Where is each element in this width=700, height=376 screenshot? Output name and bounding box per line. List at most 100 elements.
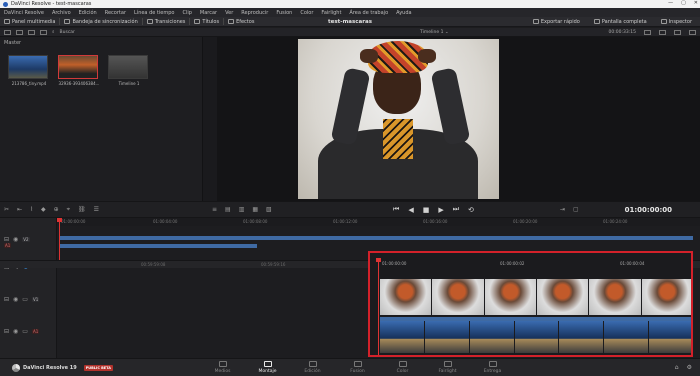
tab-fairlight[interactable]: Fairlight [425, 361, 470, 374]
maximize-button[interactable]: ▢ [681, 0, 686, 6]
lock-icon[interactable]: ⊟ [4, 328, 9, 335]
track-header: ⊟ ◉ V2 [4, 236, 30, 243]
thumbnail-view-icon[interactable] [16, 29, 23, 35]
clip-thumbnail[interactable] [58, 55, 98, 79]
trim-icon[interactable]: ⇤ [17, 206, 22, 214]
audio-meter-icon[interactable] [674, 29, 681, 35]
menu-item[interactable]: Ver [225, 10, 233, 16]
search-label[interactable]: Buscar [60, 30, 75, 35]
skip-to-end-button[interactable]: ⏭ [453, 205, 459, 214]
more-options-icon[interactable] [689, 29, 696, 35]
link-icon[interactable]: ⛓ [78, 206, 86, 214]
highlighted-timeline-region[interactable]: 01:00:00:00 01:00:00:02 01:00:00:04 [368, 251, 693, 357]
menu-item[interactable]: Reproducir [241, 10, 268, 16]
menu-item[interactable]: Área de trabajo [349, 10, 388, 16]
detail-icon[interactable]: ☰ [94, 206, 99, 214]
lock-icon[interactable]: ⊟ [4, 296, 9, 303]
inspector-toggle[interactable]: Inspector [657, 17, 696, 27]
clip-item[interactable]: 213786_tiny.mp4 [8, 55, 50, 86]
menu-item[interactable]: DaVinci Resolve [4, 10, 44, 16]
lock-icon[interactable]: ⊟ [4, 236, 9, 243]
visibility-icon[interactable]: ◉ [13, 236, 18, 243]
ruler-tick: 01:00:00:04 [620, 261, 645, 266]
insert-icon[interactable]: ▥ [239, 206, 245, 213]
effects-icon [228, 19, 235, 24]
bin-list-icon[interactable] [40, 29, 47, 35]
tab-deliver[interactable]: Entrega [470, 361, 515, 374]
settings-gear-icon[interactable]: ⚙ [687, 364, 692, 371]
media-pool-toggle[interactable]: Panel multimedia [0, 17, 59, 27]
menu-item[interactable]: Fairlight [321, 10, 341, 16]
ripple-icon[interactable]: ≡ [212, 206, 217, 213]
ruler-tick: 01:00:00:00 [382, 261, 407, 266]
viewer-mode-icon[interactable] [644, 29, 651, 35]
video-clip-a1[interactable] [380, 321, 691, 353]
menu-item[interactable]: Edición [79, 10, 97, 16]
play-button[interactable]: ▶ [438, 206, 443, 214]
menu-item[interactable]: Fusion [276, 10, 292, 16]
quick-export-button[interactable]: Exportar rápido [529, 17, 584, 27]
zoom-icon[interactable]: ⊕ [54, 206, 59, 214]
close-button[interactable]: ✕ [694, 0, 698, 6]
tab-edit[interactable]: Edición [290, 361, 335, 374]
ruler-tick: 01:00:00:02 [500, 261, 525, 266]
visibility-icon[interactable]: ◉ [13, 296, 18, 303]
titles-toggle[interactable]: Títulos [190, 17, 223, 27]
append-icon[interactable]: ▦ [252, 206, 258, 213]
search-icon[interactable]: ⌕ [52, 29, 55, 35]
clip-item[interactable]: 32936-393406384... [58, 55, 100, 86]
menu-item[interactable]: Marcar [200, 10, 217, 16]
audio-icon[interactable]: ▭ [22, 296, 28, 303]
minimize-button[interactable]: — [668, 0, 673, 6]
overview-clip-bar[interactable] [60, 244, 257, 248]
upper-timeline-ruler[interactable]: 01:00:00:00 01:00:04:00 01:00:08:00 01:0… [57, 218, 700, 226]
loop-button[interactable]: ⟲ [468, 206, 474, 214]
menu-item[interactable]: Ayuda [396, 10, 411, 16]
menu-item[interactable]: Clip [182, 10, 191, 16]
home-icon[interactable]: ⌂ [675, 364, 679, 371]
tab-media[interactable]: Medios [200, 361, 245, 374]
menu-item[interactable]: Color [300, 10, 313, 16]
solo-icon[interactable]: ▭ [22, 328, 28, 335]
skip-to-start-button[interactable]: ⏮ [393, 205, 399, 214]
blade-icon[interactable]: ⌇ [30, 206, 33, 214]
mute-icon[interactable]: ◉ [13, 328, 18, 335]
video-clip-v1[interactable] [380, 279, 691, 315]
play-reverse-button[interactable]: ◀ [408, 206, 413, 214]
fullscreen-viewer-icon[interactable]: ▢ [573, 206, 579, 213]
fullscreen-button[interactable]: Pantalla completa [590, 17, 651, 27]
zoom-ruler[interactable]: 01:00:00:00 01:00:00:02 01:00:00:04 [370, 259, 691, 269]
tab-cut[interactable]: Montaje [245, 361, 290, 374]
timeline-selector[interactable]: Timeline 1 ⌄ [420, 30, 449, 35]
overview-clip-bar[interactable] [60, 236, 693, 240]
menu-item[interactable]: Recortar [105, 10, 126, 16]
clip-thumbnail[interactable] [8, 55, 48, 79]
place-on-top-icon[interactable]: ▧ [266, 206, 272, 213]
sync-bin-toggle[interactable]: Bandeja de sincronización [60, 17, 141, 27]
export-icon [532, 19, 539, 24]
snap-icon[interactable]: ⌖ [67, 206, 70, 214]
marker-icon[interactable]: ◆ [41, 206, 46, 214]
tab-fusion[interactable]: Fusion [335, 361, 380, 374]
effects-toggle[interactable]: Efectos [224, 17, 258, 27]
stop-button[interactable]: ■ [423, 206, 430, 214]
menu-item[interactable]: Archivo [52, 10, 71, 16]
timeline-name[interactable]: Timeline 1 ⌄ [420, 30, 449, 35]
sync-bin-icon [64, 19, 71, 24]
menu-item[interactable]: Línea de tiempo [134, 10, 174, 16]
overwrite-icon[interactable]: ▤ [225, 206, 231, 213]
sort-icon[interactable] [28, 29, 35, 35]
playhead[interactable] [376, 258, 381, 355]
clip-item[interactable]: Timeline 1 [108, 55, 150, 86]
match-frame-icon[interactable]: ⇥ [560, 206, 565, 213]
timeline-thumbnail[interactable] [108, 55, 148, 79]
video-viewer[interactable] [217, 37, 700, 201]
cut-icon[interactable]: ✂ [4, 206, 9, 214]
transitions-toggle[interactable]: Transiciones [143, 17, 190, 27]
playhead-timecode: 01:00:00:00 [624, 205, 672, 214]
viewer-tools: 00:00:33:15 [609, 29, 696, 35]
list-view-icon[interactable] [4, 29, 11, 35]
safe-area-icon[interactable] [659, 29, 666, 35]
tab-color[interactable]: Color [380, 361, 425, 374]
project-title: test-mascaras [328, 18, 372, 25]
